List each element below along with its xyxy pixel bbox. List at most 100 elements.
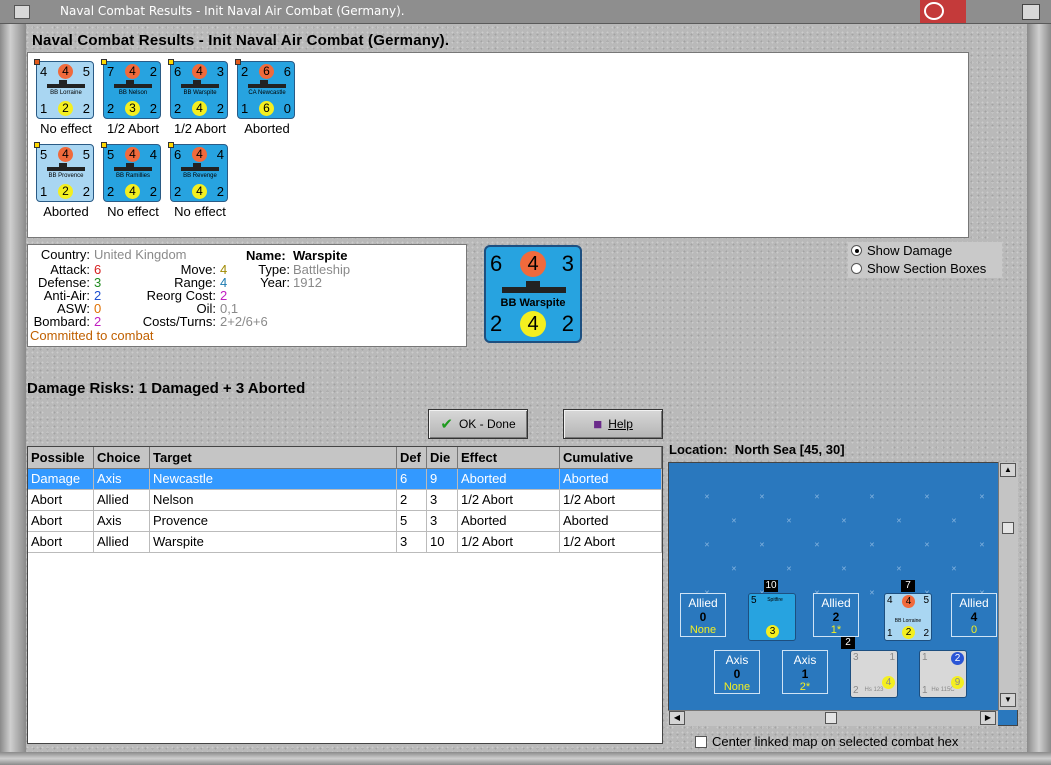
stack-count-badge: 10 bbox=[764, 580, 778, 592]
table-cell: Aborted bbox=[458, 511, 560, 532]
scroll-left-icon[interactable]: ◀ bbox=[669, 711, 685, 725]
table-cell: Abort bbox=[28, 490, 94, 511]
show-damage-label[interactable]: Show Damage bbox=[867, 243, 952, 258]
unit-attack: 5 bbox=[40, 147, 48, 162]
map-unit-he115[interactable]: 1 2 1 He 115C 9 bbox=[919, 650, 967, 698]
year-label: Year: bbox=[260, 275, 290, 290]
vertical-scroll-thumb[interactable] bbox=[1002, 522, 1014, 534]
unit-attack: 6 bbox=[174, 64, 182, 79]
result-unit[interactable]: 4 4 5 1 2 2 BB Lorraine No effect bbox=[34, 59, 96, 136]
column-header[interactable]: Choice bbox=[94, 447, 150, 469]
big-unit-move: 3 bbox=[561, 251, 574, 276]
costs-label: Costs/Turns: bbox=[142, 314, 216, 329]
table-cell: 1/2 Abort bbox=[458, 532, 560, 553]
result-unit[interactable]: 6 4 3 2 4 2 BB Warspite 1/2 Abort bbox=[168, 59, 230, 136]
unit-top-circle: 4 bbox=[192, 64, 207, 79]
show-sections-radio[interactable] bbox=[851, 263, 862, 274]
column-header[interactable]: Cumulative bbox=[560, 447, 662, 469]
ok-done-button[interactable]: ✔ OK - Done bbox=[428, 409, 528, 439]
result-unit[interactable]: 6 4 4 2 4 2 BB Revenge No effect bbox=[168, 142, 230, 219]
scroll-up-icon[interactable]: ▲ bbox=[1000, 463, 1016, 477]
column-header[interactable]: Effect bbox=[458, 447, 560, 469]
combat-map[interactable]: ✕✕✕✕✕✕✕✕✕✕✕✕✕✕✕✕✕✕✕✕✕✕✕✕✕✕✕✕✕✕Allied0Non… bbox=[668, 462, 1018, 726]
sea-wave-icon: ✕ bbox=[841, 518, 847, 525]
window-title: Naval Combat Results - Init Naval Air Co… bbox=[60, 4, 405, 18]
table-cell: Aborted bbox=[560, 511, 662, 532]
table-row[interactable]: Abort Axis Provence 5 3 Aborted Aborted bbox=[28, 511, 662, 532]
show-sections-label[interactable]: Show Section Boxes bbox=[867, 261, 986, 276]
map-unit-lorraine[interactable]: 4 4 5 BB Lorraine 1 2 2 bbox=[884, 593, 932, 641]
unit-name: BB Lorraine bbox=[894, 618, 922, 624]
frame-right bbox=[1027, 24, 1051, 765]
help-label: Help bbox=[608, 417, 633, 431]
result-unit[interactable]: 7 4 2 2 3 2 BB Nelson 1/2 Abort bbox=[101, 59, 163, 136]
help-button[interactable]: ■ Help bbox=[563, 409, 663, 439]
allied-section-box[interactable]: Allied 0 None bbox=[680, 593, 726, 637]
unit-antiair: 2 bbox=[216, 101, 224, 116]
section-value: 0 bbox=[699, 610, 707, 624]
unit-defense: 2 bbox=[174, 184, 182, 199]
map-unit-spitfire[interactable]: 5 Spitfire 3 bbox=[748, 593, 796, 641]
table-row[interactable]: Abort Allied Nelson 2 3 1/2 Abort 1/2 Abort bbox=[28, 490, 662, 511]
column-header[interactable]: Possible bbox=[28, 447, 94, 469]
table-row[interactable]: Damage Axis Newcastle 6 9 Aborted Aborted bbox=[28, 469, 662, 490]
column-header[interactable]: Def bbox=[397, 447, 427, 469]
big-unit-defense: 2 bbox=[490, 311, 503, 336]
table-row[interactable]: Abort Allied Warspite 3 10 1/2 Abort 1/2 Abort bbox=[28, 532, 662, 553]
map-vertical-scrollbar[interactable]: ▲ ▼ bbox=[998, 462, 1018, 710]
battleship-icon bbox=[502, 287, 566, 293]
section-side: Allied bbox=[688, 596, 718, 610]
table-cell: Damage bbox=[28, 469, 94, 490]
column-header[interactable]: Target bbox=[150, 447, 397, 469]
unit-antiair: 0 bbox=[283, 101, 291, 116]
sea-wave-icon: ✕ bbox=[814, 494, 820, 501]
sea-wave-icon: ✕ bbox=[896, 566, 902, 573]
committed-status: Committed to combat bbox=[30, 328, 154, 343]
title-bar: Naval Combat Results - Init Naval Air Co… bbox=[0, 0, 1051, 24]
big-unit-bottom-circle: 4 bbox=[520, 311, 546, 337]
unit-defense: 2 bbox=[107, 101, 115, 116]
scroll-down-icon[interactable]: ▼ bbox=[1000, 693, 1016, 707]
section-value: 1 bbox=[801, 667, 809, 681]
unit-antiair: 2 bbox=[216, 184, 224, 199]
ship-icon bbox=[114, 167, 152, 171]
map-horizontal-scrollbar[interactable]: ◀ ▶ bbox=[668, 710, 998, 726]
unit-bottom-circle: 2 bbox=[902, 626, 915, 639]
result-unit[interactable]: 5 4 4 2 4 2 BB Ramillies No effect bbox=[101, 142, 163, 219]
center-map-label[interactable]: Center linked map on selected combat hex bbox=[712, 734, 958, 749]
result-unit[interactable]: 5 4 5 1 2 2 BB Provence Aborted bbox=[34, 142, 96, 219]
close-icon[interactable] bbox=[1022, 4, 1040, 20]
section-sub: 0 bbox=[970, 624, 978, 636]
unit-info-panel: Country: United Kingdom Attack: 6 Defens… bbox=[27, 244, 467, 347]
status-marker-icon bbox=[101, 59, 107, 65]
location-caption: Location: bbox=[669, 442, 728, 457]
axis-section-box[interactable]: Axis 0 None bbox=[714, 650, 760, 694]
unit-bottom-circle: 4 bbox=[192, 101, 207, 116]
ship-icon bbox=[47, 84, 85, 88]
status-marker-icon bbox=[168, 59, 174, 65]
allied-section-box[interactable]: Allied 2 1* bbox=[813, 593, 859, 637]
show-damage-radio[interactable] bbox=[851, 245, 862, 256]
ok-done-label: OK - Done bbox=[458, 417, 516, 431]
allied-section-box[interactable]: Allied 4 0 bbox=[951, 593, 997, 637]
costs-value: 2+2/6+6 bbox=[220, 314, 268, 329]
table-cell: 3 bbox=[427, 511, 458, 532]
stack-count-badge: 2 bbox=[841, 637, 855, 649]
result-unit[interactable]: 2 6 6 1 6 0 CA Newcastle Aborted bbox=[235, 59, 297, 136]
unit-top-circle: 4 bbox=[58, 64, 73, 79]
scroll-right-icon[interactable]: ▶ bbox=[980, 711, 996, 725]
unit-top-circle: 4 bbox=[58, 147, 73, 162]
sea-wave-icon: ✕ bbox=[731, 566, 737, 573]
unit-counter: 5 4 5 1 2 2 BB Provence bbox=[36, 144, 94, 202]
center-map-checkbox[interactable] bbox=[695, 736, 707, 748]
sea-wave-icon: ✕ bbox=[786, 518, 792, 525]
section-sub: 2* bbox=[799, 681, 811, 693]
window-menu-icon[interactable] bbox=[14, 5, 30, 19]
unit-antiair: 2 bbox=[923, 628, 929, 639]
column-header[interactable]: Die bbox=[427, 447, 458, 469]
section-side: Allied bbox=[821, 596, 851, 610]
map-unit-hs123[interactable]: 3 1 2 Hs 123 4 bbox=[850, 650, 898, 698]
table-cell: Provence bbox=[150, 511, 397, 532]
axis-section-box[interactable]: Axis 1 2* bbox=[782, 650, 828, 694]
horizontal-scroll-thumb[interactable] bbox=[825, 712, 837, 724]
